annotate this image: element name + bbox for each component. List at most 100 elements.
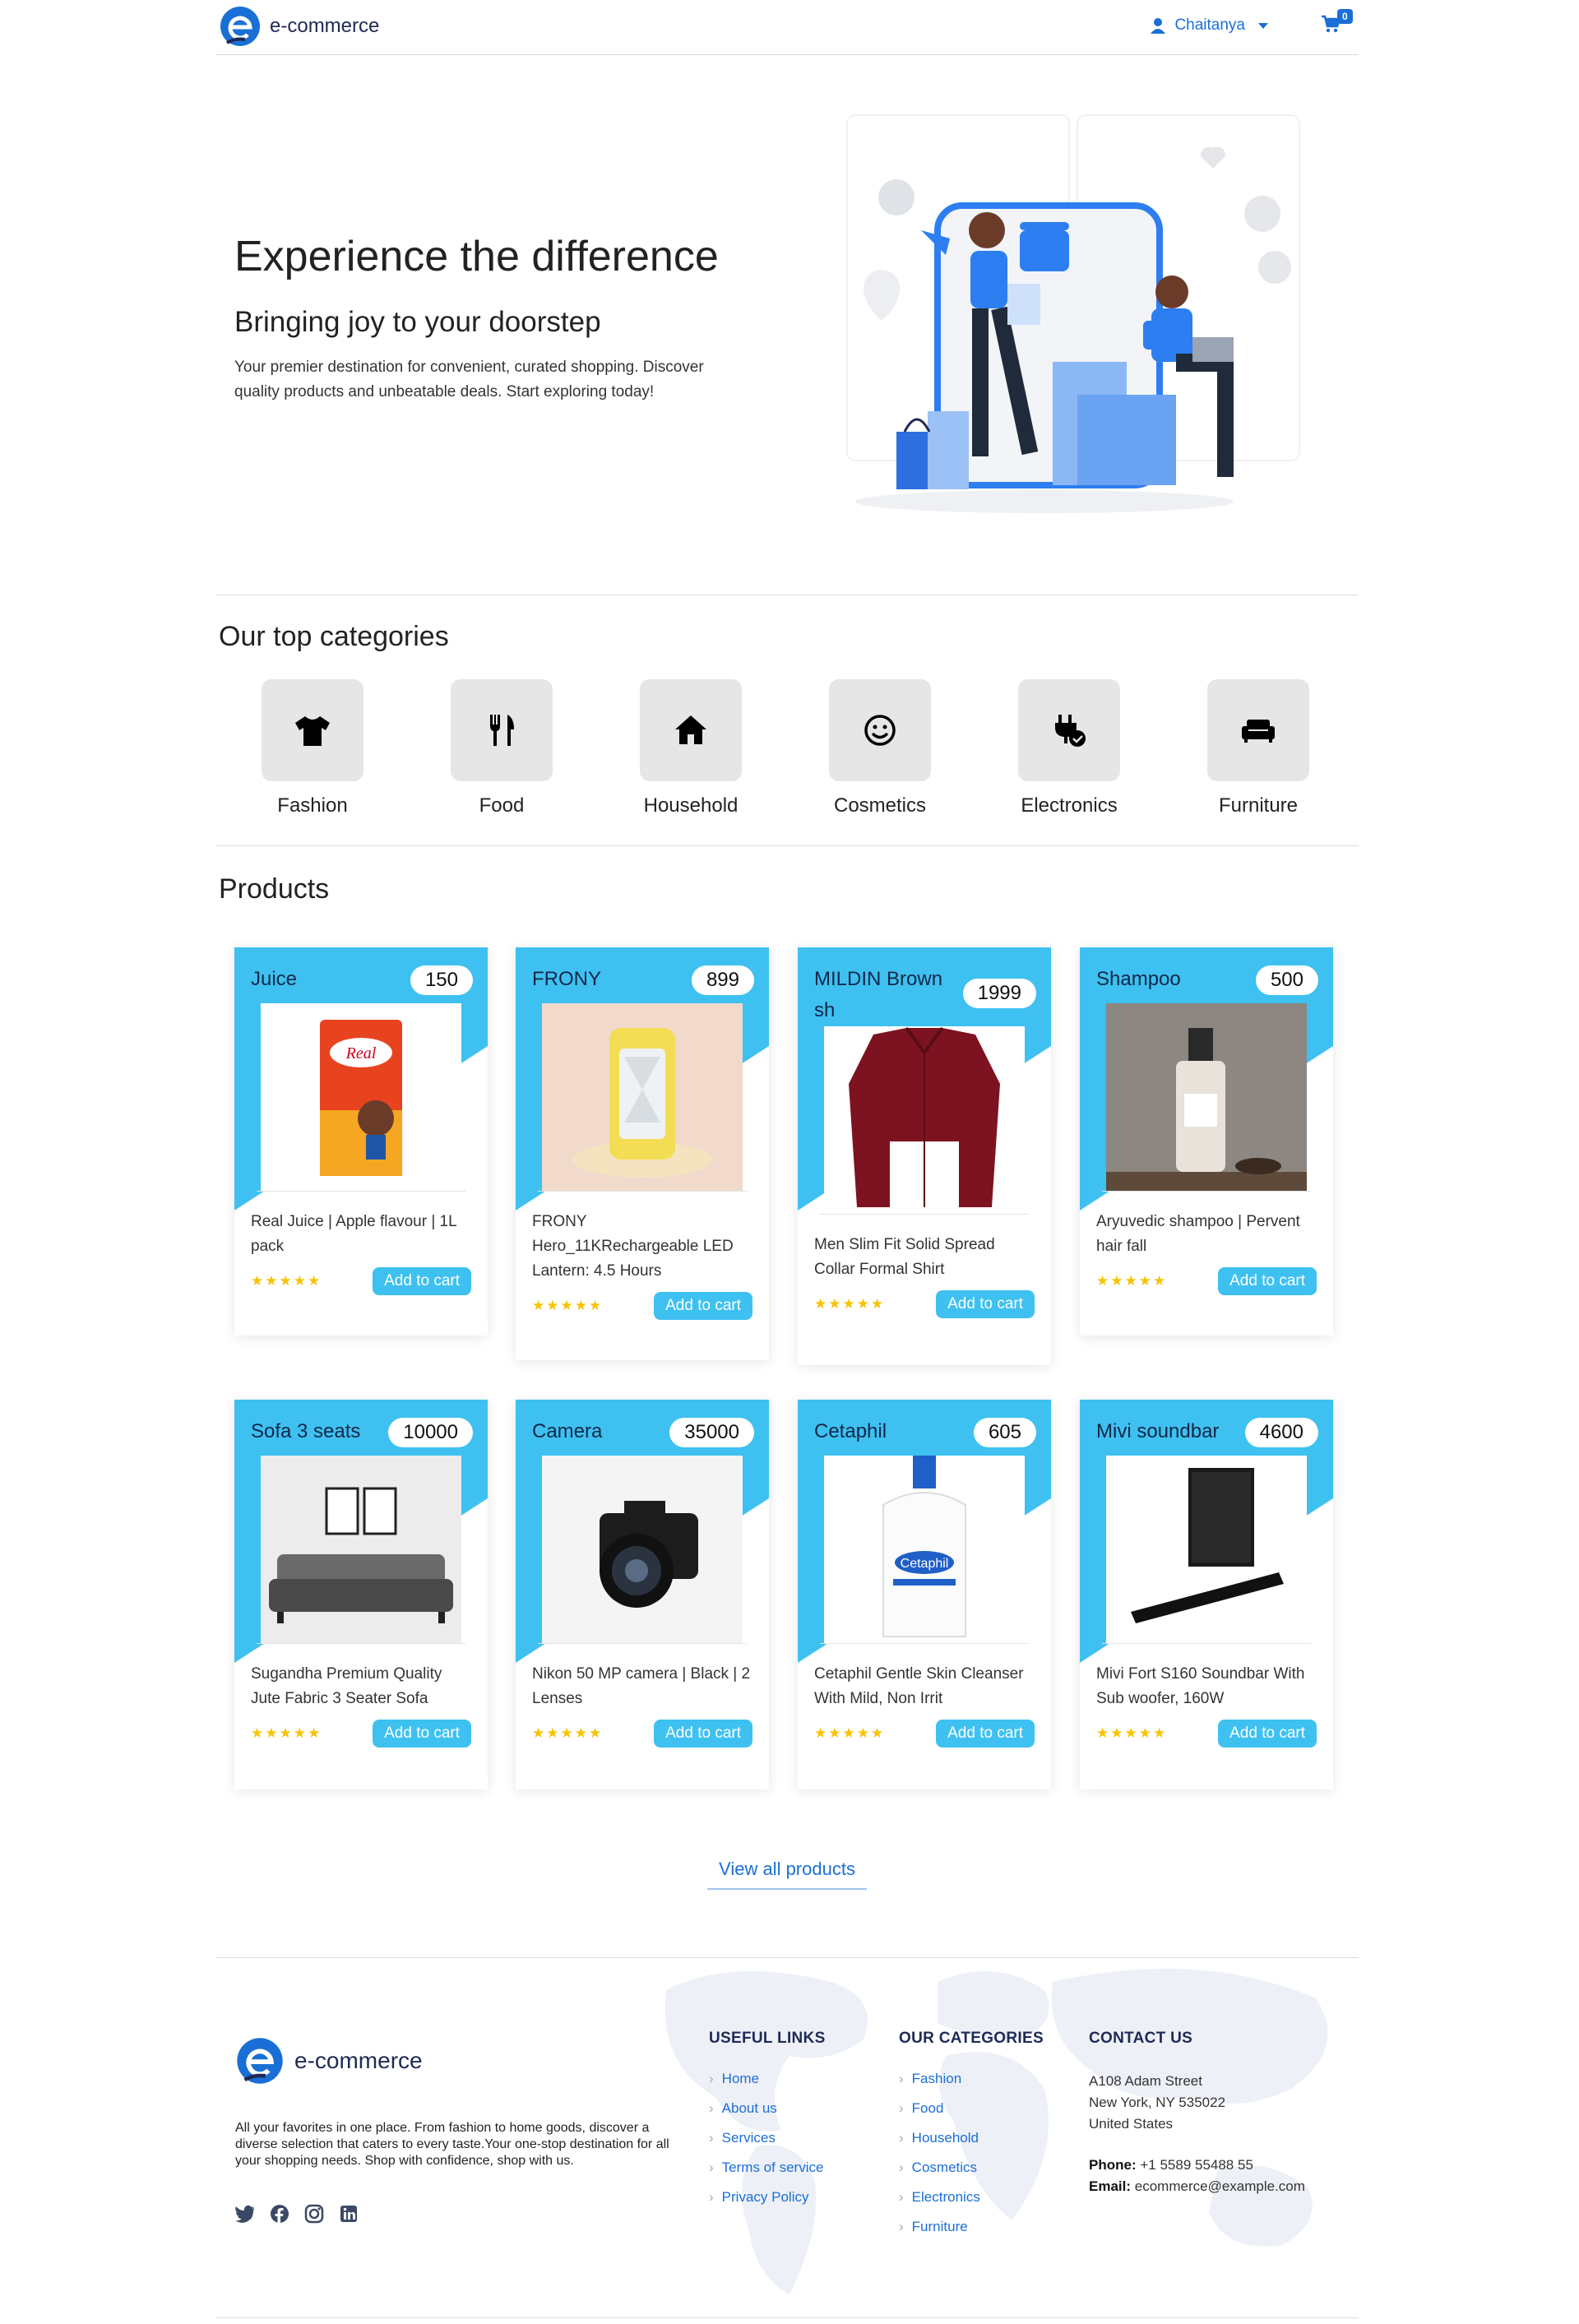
footer-link-about[interactable]: About us: [709, 2100, 826, 2117]
contact-email[interactable]: ecommerce@example.com: [1135, 2178, 1305, 2194]
user-name: Chaitanya: [1174, 16, 1245, 34]
instagram-icon[interactable]: [304, 2204, 324, 2224]
product-name: FRONY: [532, 968, 601, 990]
social-links: [235, 2204, 359, 2224]
plug-icon: [1055, 715, 1086, 747]
contact-street: A108 Adam Street: [1089, 2073, 1202, 2089]
product-description: Real Juice | Apple flavour | 1L pack: [251, 1213, 456, 1255]
product-description: Cetaphil Gentle Skin Cleanser With Mild,…: [814, 1665, 1024, 1707]
contact-email-label: Email:: [1089, 2178, 1132, 2194]
linkedin-icon[interactable]: [339, 2204, 359, 2224]
hero-description: Your premier destination for convenient,…: [234, 359, 704, 400]
product-card-shampoo: Shampoo 500 Aryuvedic shampoo | Pervent h…: [1080, 947, 1333, 1336]
twitter-icon[interactable]: [235, 2204, 255, 2224]
product-card-cetaphil: Cetaphil 605 Cetaphil Cetaphil Gentle Ski…: [798, 1400, 1051, 1789]
section-divider: [215, 845, 1359, 846]
contact-email-row: Email: ecommerce@example.com: [1089, 2176, 1305, 2197]
contact-city: New York, NY 535022: [1089, 2095, 1226, 2110]
footer-column-title: OUR CATEGORIES: [899, 2030, 1044, 2047]
category-household[interactable]: Household: [633, 679, 748, 817]
product-price: 150: [410, 965, 473, 995]
hero-title: Experience the difference: [234, 233, 719, 280]
rating-stars: ★★★★★: [1096, 1273, 1168, 1289]
cart-button[interactable]: 0: [1321, 9, 1353, 37]
svg-text:Real: Real: [345, 1044, 377, 1062]
add-to-cart-button[interactable]: Add to cart: [373, 1267, 471, 1295]
product-price: 899: [691, 965, 754, 995]
product-card-frony: FRONY 899 FRONY Hero_11KRechargeable LED …: [516, 947, 769, 1360]
category-label: Cosmetics: [833, 794, 927, 817]
product-image: [824, 1026, 1025, 1214]
product-card-juice: Juice 150 Real Real Juice | Apple flavour…: [234, 947, 488, 1336]
smile-icon: [864, 715, 896, 746]
product-description: Mivi Fort S160 Soundbar With Sub woofer,…: [1096, 1665, 1305, 1707]
footer-link-services[interactable]: Services: [709, 2130, 826, 2146]
utensils-icon: [490, 715, 514, 746]
rating-stars: ★★★★★: [814, 1296, 886, 1312]
footer-column-title: CONTACT US: [1089, 2030, 1193, 2047]
product-card-sofa: Sofa 3 seats 10000 Sugandha Premium Quali…: [234, 1400, 488, 1789]
add-to-cart-button[interactable]: Add to cart: [936, 1720, 1035, 1748]
footer-link-terms[interactable]: Terms of service: [709, 2160, 826, 2176]
footer-brand[interactable]: e-commerce: [235, 2036, 423, 2086]
brand-logo-icon: [220, 7, 260, 46]
add-to-cart-button[interactable]: Add to cart: [654, 1720, 752, 1748]
footer-category-food[interactable]: Food: [899, 2100, 1044, 2117]
product-price: 35000: [669, 1418, 754, 1447]
footer-link-privacy[interactable]: Privacy Policy: [709, 2189, 826, 2206]
add-to-cart-button[interactable]: Add to cart: [1218, 1720, 1317, 1748]
category-fashion[interactable]: Fashion: [255, 679, 370, 817]
hero-subtitle: Bringing joy to your doorstep: [234, 306, 601, 338]
rating-stars: ★★★★★: [532, 1725, 604, 1741]
category-label: Food: [479, 794, 525, 817]
add-to-cart-button[interactable]: Add to cart: [654, 1292, 752, 1320]
contact-phone-label: Phone:: [1089, 2157, 1137, 2173]
category-label: Furniture: [1218, 794, 1299, 817]
product-price: 605: [973, 1418, 1036, 1447]
product-description: Men Slim Fit Solid Spread Collar Formal …: [814, 1236, 995, 1278]
product-price: 4600: [1244, 1418, 1318, 1447]
product-description: Aryuvedic shampoo | Pervent hair fall: [1096, 1213, 1300, 1255]
footer-category-cosmetics[interactable]: Cosmetics: [899, 2160, 1044, 2176]
add-to-cart-button[interactable]: Add to cart: [1218, 1267, 1317, 1295]
footer-our-categories: OUR CATEGORIES Fashion Food Household Co…: [899, 2030, 1044, 2248]
couch-icon: [1242, 720, 1275, 743]
footer-link-home[interactable]: Home: [709, 2071, 826, 2087]
product-image: [261, 1456, 461, 1643]
user-menu-dropdown[interactable]: Chaitanya: [1150, 16, 1268, 35]
brand-link[interactable]: e-commerce: [219, 5, 379, 48]
product-image: [542, 1456, 743, 1643]
footer-bottom-divider: [215, 2317, 1359, 2318]
footer-category-electronics[interactable]: Electronics: [899, 2189, 1044, 2206]
product-description: Sugandha Premium Quality Jute Fabric 3 S…: [251, 1665, 442, 1707]
rating-stars: ★★★★★: [814, 1725, 886, 1741]
contact-country: United States: [1089, 2116, 1174, 2132]
products-title: Products: [219, 873, 330, 905]
add-to-cart-button[interactable]: Add to cart: [373, 1720, 471, 1748]
product-card-mildin-shirt: MILDIN Brown sh 1999 Men Slim Fit Solid S…: [798, 947, 1051, 1365]
product-name: Sofa 3 seats: [251, 1420, 361, 1442]
footer-category-fashion[interactable]: Fashion: [899, 2071, 1044, 2087]
view-all-products-link[interactable]: View all products: [707, 1859, 867, 1890]
footer-category-furniture[interactable]: Furniture: [899, 2219, 1044, 2235]
rating-stars: ★★★★★: [251, 1273, 322, 1289]
hero-shopping-illustration: [846, 114, 1300, 513]
category-food[interactable]: Food: [444, 679, 559, 817]
footer-description: All your favorites in one place. From fa…: [235, 2121, 669, 2168]
product-image: Real: [261, 1003, 461, 1191]
contact-phone-row: Phone: +1 5589 55488 55: [1089, 2155, 1305, 2176]
product-name: Camera: [532, 1420, 603, 1442]
product-image: [1106, 1003, 1307, 1191]
category-electronics[interactable]: Electronics: [1012, 679, 1127, 817]
contact-phone: +1 5589 55488 55: [1140, 2157, 1253, 2173]
category-cosmetics[interactable]: Cosmetics: [822, 679, 938, 817]
add-to-cart-button[interactable]: Add to cart: [936, 1290, 1035, 1318]
footer-category-household[interactable]: Household: [899, 2130, 1044, 2146]
category-furniture[interactable]: Furniture: [1201, 679, 1316, 817]
footer-brand-name: e-commerce: [294, 2048, 423, 2073]
product-name: MILDIN Brown sh: [814, 968, 943, 1021]
product-price: 10000: [388, 1418, 473, 1447]
navbar: e-commerce Chaitanya 0: [215, 0, 1359, 55]
product-image: Cetaphil: [824, 1456, 1025, 1643]
facebook-icon[interactable]: [270, 2204, 289, 2224]
